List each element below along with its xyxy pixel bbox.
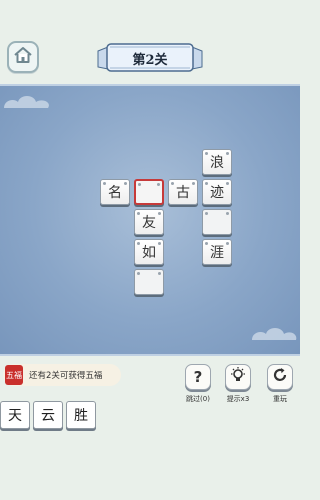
skip-label: 跳过(0) (186, 395, 210, 403)
hint-tool[interactable]: 提示x3 (221, 364, 255, 404)
cloud-decoration-icon (4, 96, 49, 108)
hint-label: 提示x3 (226, 395, 250, 403)
puzzle-cell[interactable]: 迹 (202, 179, 232, 205)
restart-icon (271, 366, 289, 388)
choice-tile[interactable]: 天 (0, 401, 30, 429)
puzzle-cell[interactable]: 古 (168, 179, 198, 205)
puzzle-cell[interactable]: 涯 (202, 239, 232, 265)
skip-button[interactable]: ? (185, 364, 211, 390)
puzzle-cell[interactable]: 浪 (202, 149, 232, 175)
progress-text: 还有2关可获得五福 (29, 371, 103, 381)
choice-tile[interactable]: 云 (33, 401, 63, 429)
home-icon (13, 46, 33, 68)
lightbulb-icon (229, 366, 247, 388)
hint-button[interactable] (225, 364, 251, 390)
puzzle-board: 浪 名 古 迹 友 如 涯 (0, 84, 300, 356)
question-icon: ? (193, 368, 203, 386)
cloud-decoration-icon (252, 328, 297, 340)
puzzle-cell[interactable]: 友 (134, 209, 164, 235)
puzzle-cell-selected[interactable] (134, 179, 164, 205)
level-title: 第2关 (132, 53, 168, 68)
fu-badge-icon: 五福 (5, 365, 23, 385)
home-button[interactable] (7, 41, 39, 73)
choice-tile[interactable]: 胜 (66, 401, 96, 429)
reward-progress: 五福 还有2关可获得五福 (3, 364, 121, 386)
puzzle-cell[interactable] (134, 269, 164, 295)
restart-tool[interactable]: 重玩 (263, 364, 297, 404)
restart-button[interactable] (267, 364, 293, 390)
puzzle-cell[interactable] (202, 209, 232, 235)
puzzle-cell[interactable]: 名 (100, 179, 130, 205)
restart-label: 重玩 (273, 395, 287, 403)
puzzle-cell[interactable]: 如 (134, 239, 164, 265)
level-banner: 第2关 (96, 41, 204, 75)
skip-tool[interactable]: ? 跳过(0) (181, 364, 215, 404)
